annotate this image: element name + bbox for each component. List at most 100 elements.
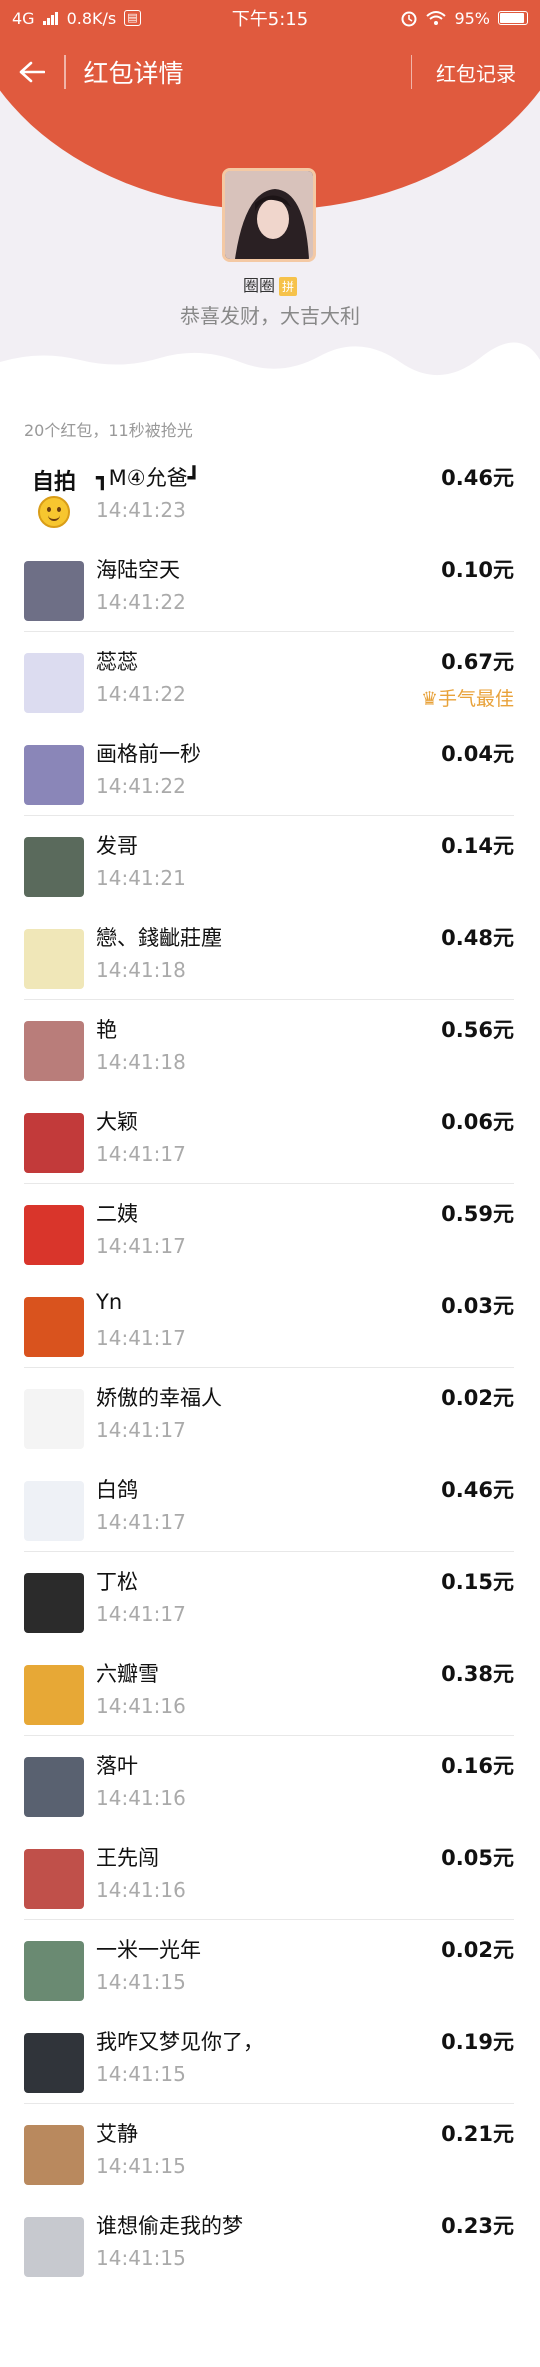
- claim-time: 14:41:17: [96, 1142, 186, 1166]
- avatar[interactable]: [24, 2217, 84, 2277]
- avatar[interactable]: [24, 1297, 84, 1357]
- amount: 0.46元: [441, 466, 514, 490]
- claim-time: 14:41:16: [96, 1878, 186, 1902]
- list-item[interactable]: 六瓣雪 14:41:16 0.38元: [0, 1644, 540, 1736]
- list-item[interactable]: 发哥 14:41:21 0.14元: [0, 816, 540, 908]
- title-separator: [64, 55, 66, 89]
- recipient-name: 艳: [96, 1018, 117, 1042]
- list-item[interactable]: 艳 14:41:18 0.56元: [0, 1000, 540, 1092]
- avatar[interactable]: [24, 561, 84, 621]
- list-item[interactable]: 一米一光年 14:41:15 0.02元: [0, 1920, 540, 2012]
- recipient-name: 蕊蕊: [96, 650, 138, 674]
- sim-icon: ▤: [124, 10, 141, 26]
- list-item[interactable]: 王先闯 14:41:16 0.05元: [0, 1828, 540, 1920]
- best-luck-text: 手气最佳: [437, 688, 514, 710]
- recipient-name: 发哥: [96, 834, 138, 858]
- network-label: 4G: [12, 8, 35, 28]
- battery-percent: 95%: [454, 8, 490, 28]
- avatar-label: 自拍: [31, 470, 76, 495]
- claim-time: 14:41:22: [96, 682, 186, 706]
- avatar[interactable]: [24, 837, 84, 897]
- list-item[interactable]: Yn 14:41:17 0.03元: [0, 1276, 540, 1368]
- recipient-name: 丁松: [96, 1570, 138, 1594]
- list-item[interactable]: 大颖 14:41:17 0.06元: [0, 1092, 540, 1184]
- amount: 0.06元: [441, 1110, 514, 1134]
- list-item[interactable]: 自拍 ┓M④允爸┛ 14:41:23 0.46元: [0, 448, 540, 540]
- avatar[interactable]: [24, 1573, 84, 1633]
- list-item[interactable]: 白鸽 14:41:17 0.46元: [0, 1460, 540, 1552]
- wish-text: 恭喜发财，大吉大利: [180, 304, 360, 328]
- sender-avatar[interactable]: [222, 168, 316, 262]
- avatar[interactable]: [24, 2125, 84, 2185]
- avatar[interactable]: [24, 1205, 84, 1265]
- avatar[interactable]: 自拍: [24, 469, 84, 529]
- claim-time: 14:41:15: [96, 2154, 186, 2178]
- amount: 0.19元: [441, 2030, 514, 2054]
- top-bar: 红包详情 红包记录: [0, 46, 540, 98]
- list-item[interactable]: 蕊蕊 14:41:22 0.67元 ♛手气最佳: [0, 632, 540, 724]
- avatar[interactable]: [24, 929, 84, 989]
- amount: 0.02元: [441, 1938, 514, 1962]
- claim-time: 14:41:18: [96, 1050, 186, 1074]
- amount: 0.48元: [441, 926, 514, 950]
- amount: 0.56元: [441, 1018, 514, 1042]
- avatar[interactable]: [24, 1481, 84, 1541]
- recipient-name: 艾静: [96, 2122, 138, 2146]
- avatar[interactable]: [24, 1389, 84, 1449]
- claim-time: 14:41:22: [96, 590, 186, 614]
- signal-icon: [42, 12, 58, 25]
- claim-time: 14:41:17: [96, 1602, 186, 1626]
- claim-time: 14:41:17: [96, 1234, 186, 1258]
- recipient-name: 王先闯: [96, 1846, 159, 1870]
- sender-name-line: 圈圈拼: [0, 272, 540, 296]
- claim-time: 14:41:17: [96, 1510, 186, 1534]
- amount: 0.15元: [441, 1570, 514, 1594]
- amount: 0.04元: [441, 742, 514, 766]
- list-item[interactable]: 海陆空天 14:41:22 0.10元: [0, 540, 540, 632]
- wifi-icon: [426, 11, 447, 25]
- claim-time: 14:41:17: [96, 1418, 186, 1442]
- red-packet-records-link[interactable]: 红包记录: [436, 58, 516, 87]
- list-item[interactable]: 娇傲的幸福人 14:41:17 0.02元: [0, 1368, 540, 1460]
- list-item[interactable]: 艾静 14:41:15 0.21元: [0, 2104, 540, 2196]
- amount: 0.46元: [441, 1478, 514, 1502]
- avatar[interactable]: [24, 1941, 84, 2001]
- amount: 0.14元: [441, 834, 514, 858]
- recipient-name: 戀、錢齜莊塵: [96, 926, 222, 950]
- list-item[interactable]: 我咋又梦见你了， 14:41:15 0.19元: [0, 2012, 540, 2104]
- back-button[interactable]: [0, 46, 64, 98]
- recipient-name: 我咋又梦见你了，: [96, 2030, 264, 2054]
- alarm-icon: [401, 11, 417, 27]
- wave-divider: [0, 342, 540, 380]
- recipient-name: 白鸽: [96, 1478, 138, 1502]
- recipient-name: 娇傲的幸福人: [96, 1386, 222, 1410]
- amount: 0.02元: [441, 1386, 514, 1410]
- recipient-name: 一米一光年: [96, 1938, 201, 1962]
- avatar[interactable]: [24, 653, 84, 713]
- avatar[interactable]: [24, 1757, 84, 1817]
- avatar[interactable]: [24, 1849, 84, 1909]
- avatar[interactable]: [24, 1021, 84, 1081]
- claim-time: 14:41:15: [96, 2246, 186, 2270]
- status-bar: 4G 0.8K/s ▤ 下午5:15 95%: [0, 0, 540, 36]
- list-item[interactable]: 落叶 14:41:16 0.16元: [0, 1736, 540, 1828]
- header-area: 4G 0.8K/s ▤ 下午5:15 95% 红包详情 红包记录 圈圈 拼 恭喜…: [0, 0, 540, 380]
- avatar[interactable]: [24, 1113, 84, 1173]
- amount: 0.38元: [441, 1662, 514, 1686]
- amount: 0.67元: [441, 650, 514, 674]
- list-item[interactable]: 画格前一秒 14:41:22 0.04元: [0, 724, 540, 816]
- list-item[interactable]: 谁想偷走我的梦 14:41:15 0.23元: [0, 2196, 540, 2288]
- recipient-name: 谁想偷走我的梦: [96, 2214, 243, 2238]
- avatar[interactable]: [24, 1665, 84, 1725]
- list-item[interactable]: 丁松 14:41:17 0.15元: [0, 1552, 540, 1644]
- amount: 0.59元: [441, 1202, 514, 1226]
- claim-time: 14:41:22: [96, 774, 186, 798]
- claim-time: 14:41:16: [96, 1694, 186, 1718]
- avatar[interactable]: [24, 745, 84, 805]
- summary-text: 20个红包，11秒被抢光: [24, 421, 193, 440]
- avatar[interactable]: [24, 2033, 84, 2093]
- list-item[interactable]: 戀、錢齜莊塵 14:41:18 0.48元: [0, 908, 540, 1000]
- list-item[interactable]: 二姨 14:41:17 0.59元: [0, 1184, 540, 1276]
- claim-time: 14:41:18: [96, 958, 186, 982]
- amount: 0.10元: [441, 558, 514, 582]
